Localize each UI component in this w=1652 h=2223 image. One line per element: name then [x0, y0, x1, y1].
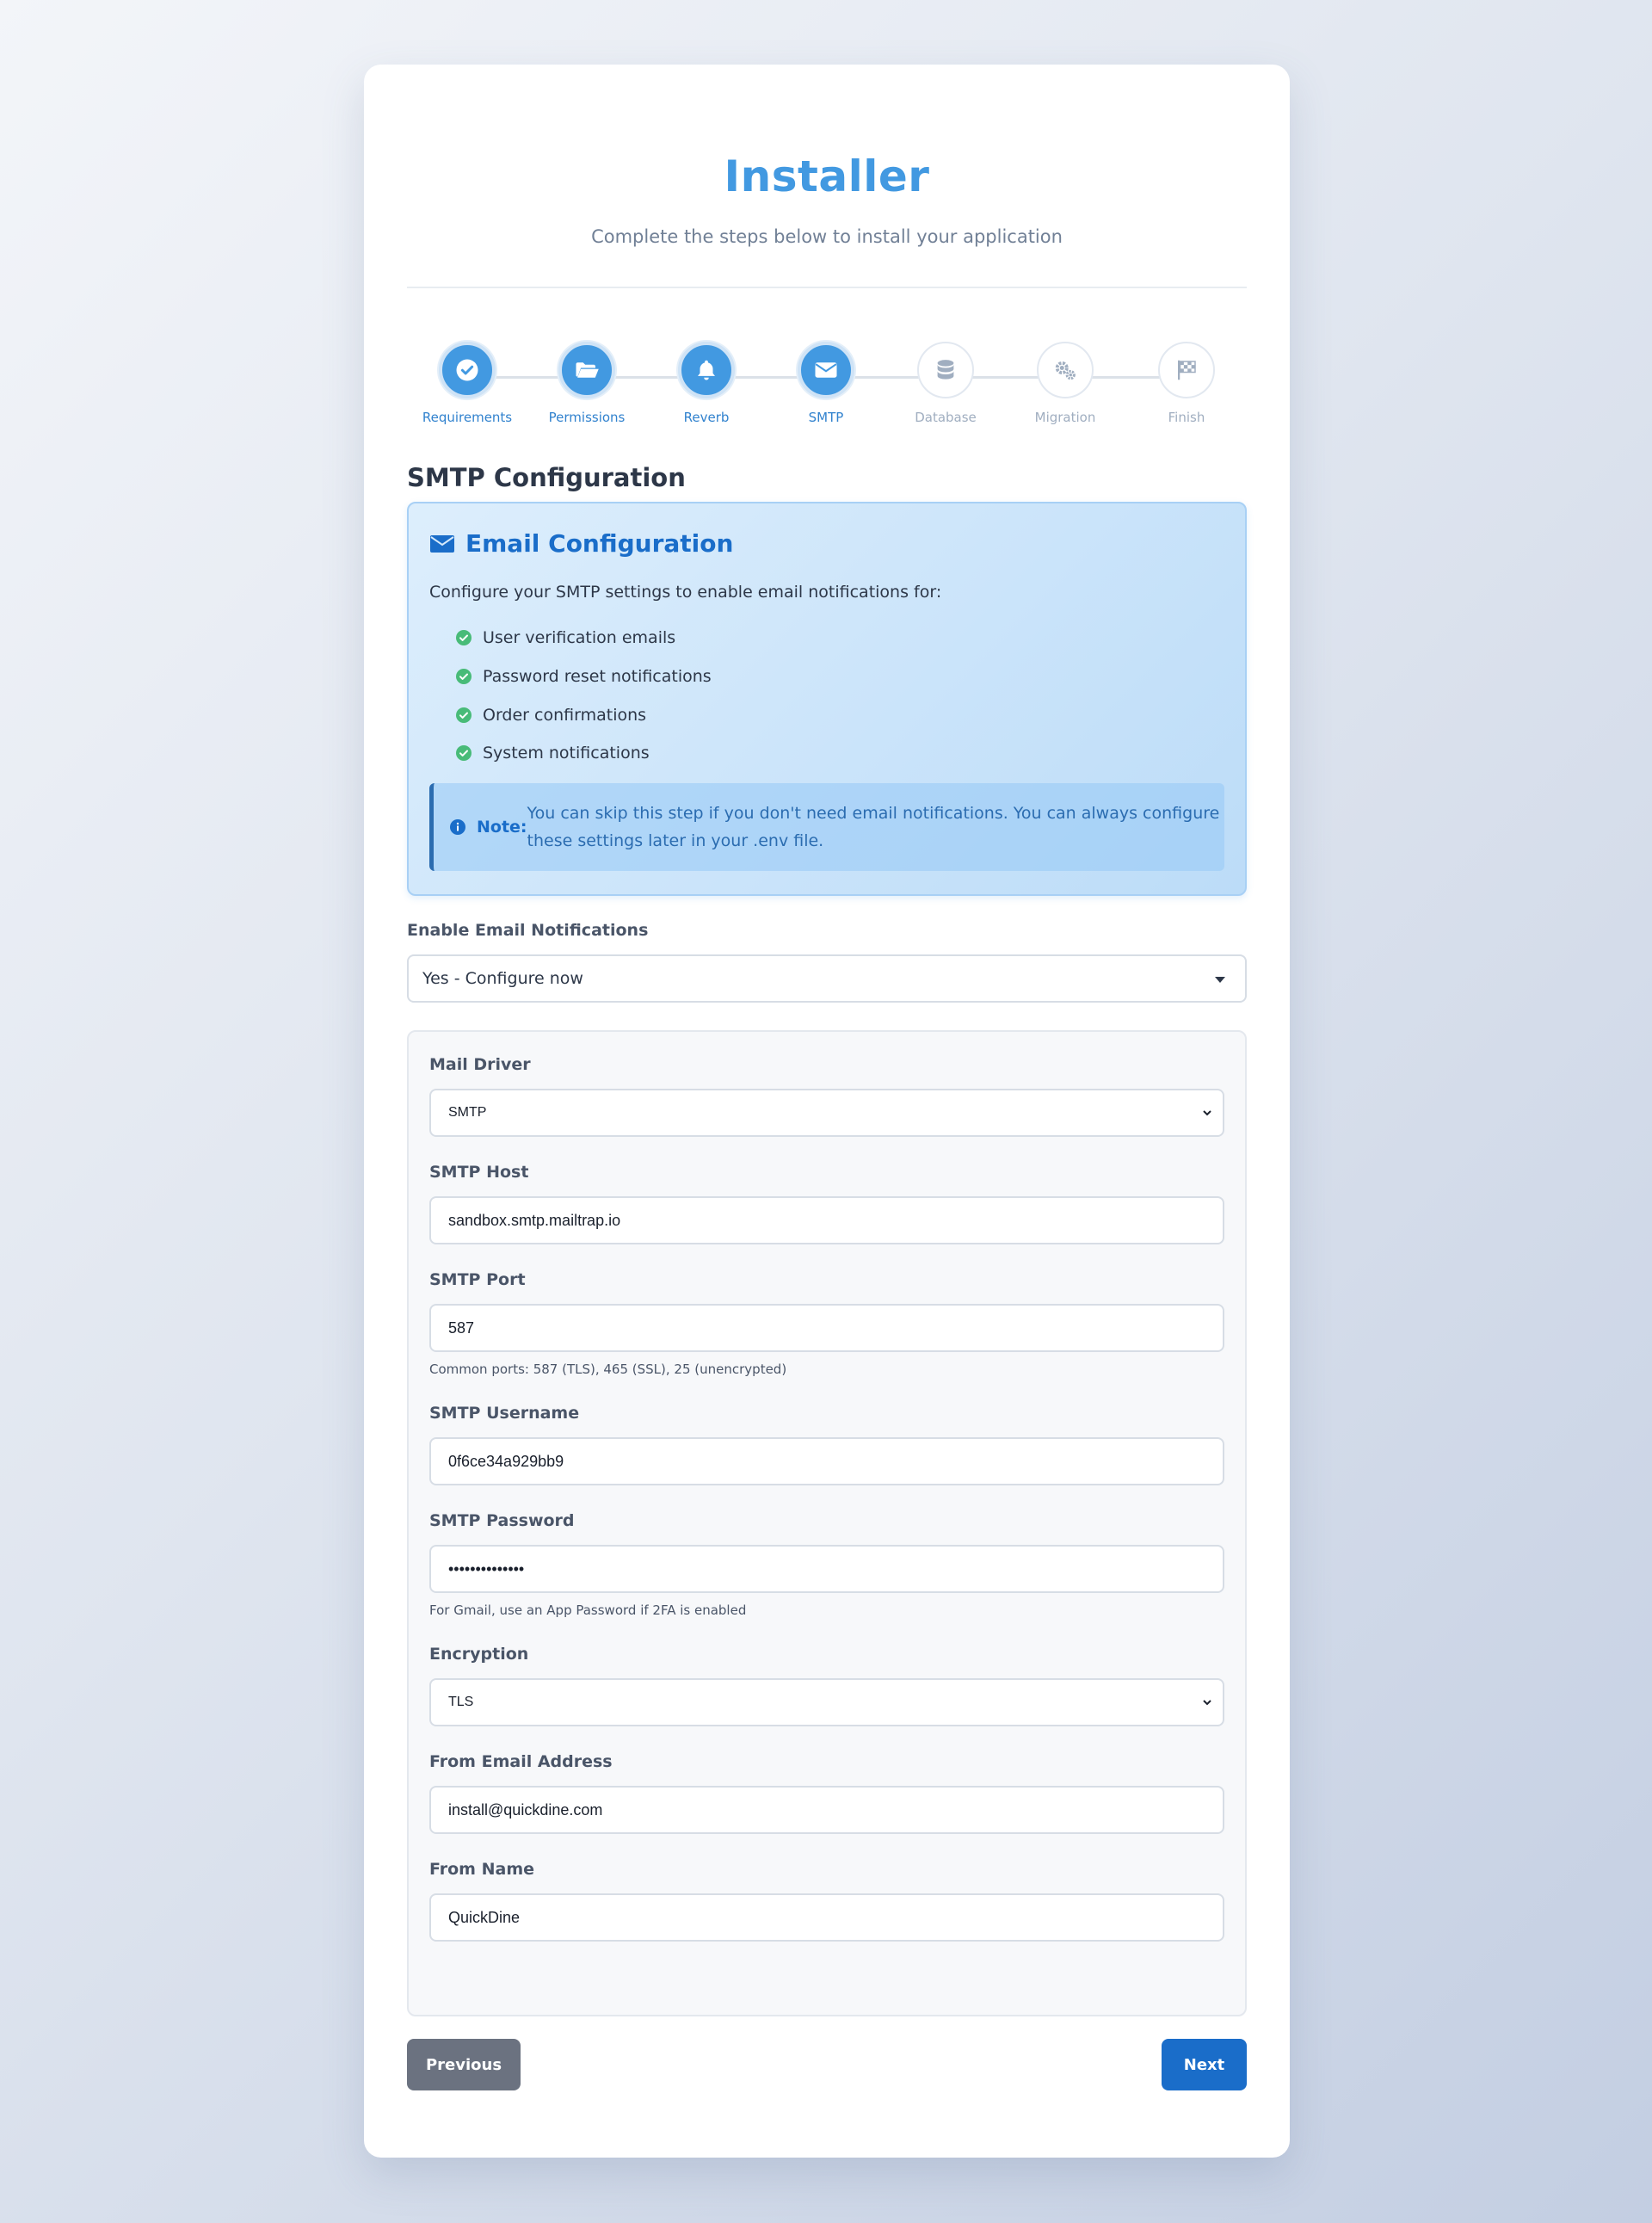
field-label: SMTP Host: [429, 1163, 529, 1182]
from-email-input[interactable]: install@quickdine.com: [429, 1786, 1224, 1834]
encryption-group: Encryption TLS: [429, 1644, 1224, 1726]
next-button[interactable]: Next: [1162, 2039, 1247, 2090]
list-item: Order confirmations: [455, 695, 1224, 734]
previous-button[interactable]: Previous: [407, 2039, 521, 2090]
note-label: Note:: [477, 817, 527, 837]
chevron-down-icon: [1203, 1110, 1211, 1116]
info-circle-icon: [450, 818, 465, 835]
page-subtitle: Complete the steps below to install your…: [591, 226, 1063, 247]
step-label: Finish: [1168, 410, 1205, 425]
input-value: 0f6ce34a929bb9: [448, 1452, 564, 1470]
section-title: SMTP Configuration: [407, 463, 686, 492]
step-label: Migration: [1034, 410, 1096, 425]
envelope-icon: [798, 342, 854, 398]
input-value: 587: [448, 1318, 475, 1337]
field-label: Encryption: [429, 1645, 529, 1664]
folder-open-icon: [558, 342, 615, 398]
smtp-port-group: SMTP Port 587 Common ports: 587 (TLS), 4…: [429, 1269, 1224, 1378]
select-value: SMTP: [448, 1105, 487, 1120]
step-label: Permissions: [548, 410, 626, 425]
field-label: SMTP Port: [429, 1270, 526, 1289]
field-hint: For Gmail, use an App Password if 2FA is…: [429, 1602, 747, 1618]
note-text: You can skip this step if you don't need…: [527, 803, 1220, 850]
smtp-password-input[interactable]: ••••••••••••••: [429, 1545, 1224, 1593]
step-database: Database: [885, 342, 1006, 426]
feature-text: Password reset notifications: [483, 667, 712, 687]
step-label: Requirements: [422, 410, 513, 425]
input-value: install@quickdine.com: [448, 1800, 603, 1819]
list-item: Password reset notifications: [455, 658, 1224, 696]
field-label: Mail Driver: [429, 1055, 531, 1074]
step-permissions: Permissions: [527, 342, 647, 426]
mail-driver-select[interactable]: SMTP: [429, 1089, 1224, 1137]
from-name-group: From Name QuickDine: [429, 1859, 1224, 1942]
info-title: Email Configuration: [465, 529, 734, 558]
smtp-port-input[interactable]: 587: [429, 1304, 1224, 1352]
caret-down-icon: [1215, 977, 1225, 983]
from-name-input[interactable]: QuickDine: [429, 1893, 1224, 1942]
list-item: User verification emails: [455, 619, 1224, 658]
installer-card: Installer Complete the steps below to in…: [364, 65, 1290, 2158]
check-circle-icon: [439, 342, 496, 398]
step-smtp: SMTP: [766, 342, 886, 426]
select-value: Yes - Configure now: [422, 969, 583, 988]
feature-list: User verification emails Password reset …: [429, 619, 1224, 773]
feature-text: Order confirmations: [483, 705, 647, 725]
note-callout: Note: You can skip this step if you don'…: [429, 782, 1224, 871]
enable-notifications-select[interactable]: Yes - Configure now: [407, 954, 1247, 1003]
step-label: Database: [915, 410, 977, 425]
smtp-username-input[interactable]: 0f6ce34a929bb9: [429, 1437, 1224, 1485]
enable-notifications-group: Enable Email Notifications Yes - Configu…: [407, 920, 1247, 1003]
envelope-icon: [430, 535, 454, 553]
encryption-select[interactable]: TLS: [429, 1678, 1224, 1726]
field-label: From Email Address: [429, 1752, 613, 1771]
step-progress: Requirements Permissions Reverb SMTP Dat: [407, 288, 1247, 426]
info-description: Configure your SMTP settings to enable e…: [429, 583, 942, 602]
feature-text: User verification emails: [483, 628, 676, 648]
cogs-icon: [1037, 342, 1094, 398]
input-value: QuickDine: [448, 1908, 521, 1926]
field-label: From Name: [429, 1860, 535, 1879]
field-label: SMTP Password: [429, 1511, 575, 1530]
info-header: Email Configuration: [429, 529, 1224, 559]
select-value: TLS: [448, 1695, 474, 1709]
step-migration: Migration: [1005, 342, 1125, 426]
step-label: SMTP: [808, 410, 844, 425]
smtp-password-group: SMTP Password •••••••••••••• For Gmail, …: [429, 1510, 1224, 1619]
feature-text: System notifications: [483, 744, 650, 763]
check-circle-icon: [456, 707, 472, 723]
list-item: System notifications: [455, 734, 1224, 773]
database-icon: [917, 342, 974, 398]
smtp-settings-panel: Mail Driver SMTP SMTP Host sandbox.smtp.…: [407, 1030, 1247, 2016]
bell-icon: [678, 342, 735, 398]
step-reverb: Reverb: [646, 342, 767, 426]
step-requirements: Requirements: [407, 342, 527, 426]
field-hint: Common ports: 587 (TLS), 465 (SSL), 25 (…: [429, 1362, 787, 1377]
wizard-actions: Previous Next: [407, 2039, 1247, 2090]
input-value: ••••••••••••••: [448, 1559, 525, 1578]
check-circle-icon: [456, 669, 472, 685]
chevron-down-icon: [1203, 1700, 1211, 1706]
smtp-host-input[interactable]: sandbox.smtp.mailtrap.io: [429, 1196, 1224, 1244]
from-email-group: From Email Address install@quickdine.com: [429, 1751, 1224, 1834]
field-label: Enable Email Notifications: [407, 921, 649, 940]
check-circle-icon: [456, 745, 472, 762]
step-label: Reverb: [683, 410, 730, 425]
smtp-host-group: SMTP Host sandbox.smtp.mailtrap.io: [429, 1162, 1224, 1244]
email-configuration-info: Email Configuration Configure your SMTP …: [407, 502, 1247, 896]
field-label: SMTP Username: [429, 1404, 580, 1423]
smtp-username-group: SMTP Username 0f6ce34a929bb9: [429, 1403, 1224, 1485]
page-title: Installer: [724, 151, 930, 201]
mail-driver-group: Mail Driver SMTP: [429, 1054, 1224, 1137]
installer-header: Installer Complete the steps below to in…: [407, 65, 1247, 249]
check-circle-icon: [456, 630, 472, 646]
flag-checkered-icon: [1158, 342, 1215, 398]
step-finish: Finish: [1126, 342, 1247, 426]
input-value: sandbox.smtp.mailtrap.io: [448, 1211, 621, 1229]
